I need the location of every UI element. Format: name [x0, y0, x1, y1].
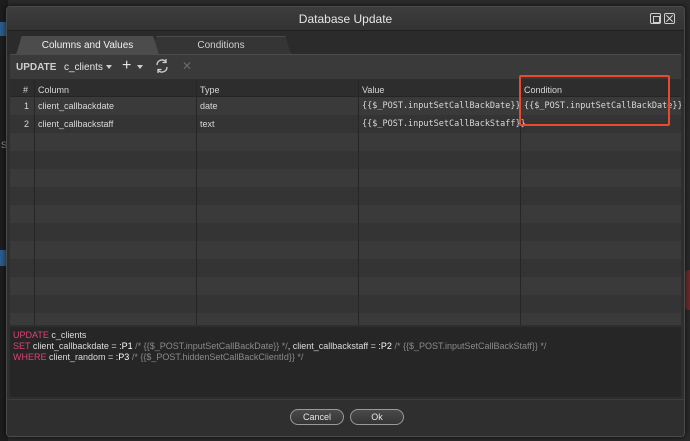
sql-line: WHERE client_random = :P3 /* {{$_POST.hi… — [13, 352, 678, 363]
sql-comment: /* {{$_POST.inputSetCallBackDate}} */ — [132, 341, 288, 351]
table-select[interactable]: c_clients — [64, 62, 112, 73]
sql-comment: /* {{$_POST.inputSetCallBackStaff}} */ — [391, 341, 547, 351]
chevron-down-icon — [105, 65, 112, 69]
sql-keyword: WHERE — [13, 352, 47, 362]
sql-text: c_clients — [48, 330, 87, 340]
header-number: # — [23, 85, 29, 95]
refresh-icon[interactable] — [154, 58, 170, 74]
grid-divider — [34, 80, 35, 325]
sql-keyword: SET — [13, 341, 31, 351]
type-cell[interactable]: text — [200, 119, 215, 129]
plus-icon[interactable]: + — [122, 57, 131, 75]
chevron-down-icon[interactable] — [137, 65, 143, 69]
value-cell[interactable]: {{$_POST.inputSetCallBackDate}} — [362, 101, 521, 111]
sql-param: :P1 — [119, 341, 133, 351]
empty-row[interactable] — [10, 205, 681, 223]
delete-icon[interactable]: ✕ — [182, 59, 192, 73]
sql-line: UPDATE c_clients — [13, 330, 678, 341]
empty-row[interactable] — [10, 133, 681, 151]
row-number: 2 — [24, 119, 30, 129]
condition-highlight-box — [519, 75, 670, 126]
tab-conditions[interactable]: Conditions — [151, 36, 291, 55]
empty-row[interactable] — [10, 241, 681, 259]
column-cell[interactable]: client_callbackdate — [38, 101, 114, 111]
sql-text: client_random = — [46, 352, 116, 362]
dialog-title: Database Update — [298, 12, 393, 26]
empty-row[interactable] — [10, 259, 681, 277]
grid-divider — [358, 80, 359, 325]
table-name: c_clients — [64, 62, 103, 73]
ok-button[interactable]: Ok — [350, 409, 404, 425]
close-icon[interactable] — [664, 13, 675, 24]
header-column: Column — [38, 85, 70, 95]
sql-param: :P2 — [378, 341, 392, 351]
dialog-titlebar[interactable]: Database Update — [7, 7, 684, 31]
dialog-footer: Cancel Ok — [7, 399, 684, 436]
sql-comment: /* {{$_POST.hiddenSetCallBackClientId}} … — [129, 352, 304, 362]
sql-param: :P3 — [115, 352, 130, 362]
cancel-button[interactable]: Cancel — [290, 409, 344, 425]
tab-bar: Conditions Columns and Values — [7, 31, 684, 55]
sql-text: , client_callbackstaff = — [287, 341, 379, 351]
empty-row[interactable] — [10, 313, 681, 325]
type-cell[interactable]: date — [200, 101, 218, 111]
empty-row[interactable] — [10, 187, 681, 205]
sql-preview: UPDATE c_clients SET client_callbackdate… — [10, 327, 681, 397]
header-value: Value — [362, 85, 385, 95]
update-label: UPDATE — [16, 62, 57, 73]
header-type: Type — [200, 85, 220, 95]
column-cell[interactable]: client_callbackstaff — [38, 119, 113, 129]
sql-keyword: UPDATE — [13, 330, 49, 340]
row-number: 1 — [24, 101, 30, 111]
empty-row[interactable] — [10, 151, 681, 169]
grid-divider — [196, 80, 197, 325]
empty-row[interactable] — [10, 223, 681, 241]
maximize-icon[interactable] — [650, 13, 661, 24]
value-cell[interactable]: {{$_POST.inputSetCallBackStaff}} — [362, 119, 526, 129]
sql-line: SET client_callbackdate = :P1 /* {{$_POS… — [13, 341, 678, 352]
empty-row[interactable] — [10, 277, 681, 295]
empty-row[interactable] — [10, 295, 681, 313]
sql-text: client_callbackdate = — [30, 341, 120, 351]
database-update-dialog: Database Update Conditions Columns and V… — [6, 6, 685, 437]
empty-row[interactable] — [10, 169, 681, 187]
tab-columns-and-values[interactable]: Columns and Values — [16, 36, 159, 55]
